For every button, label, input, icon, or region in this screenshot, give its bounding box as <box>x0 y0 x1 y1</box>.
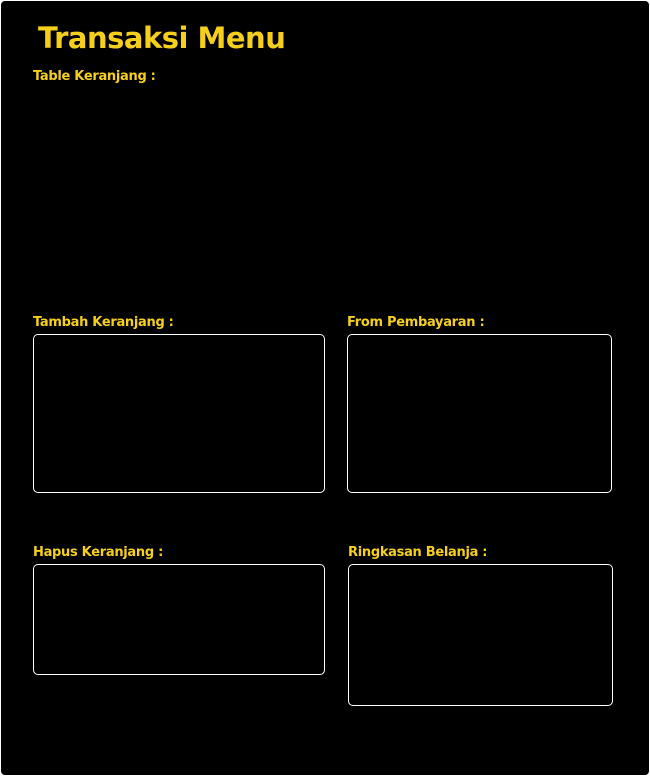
table-keranjang-area[interactable] <box>34 89 614 309</box>
tambah-keranjang-label: Tambah Keranjang : <box>33 315 174 330</box>
hapus-keranjang-panel[interactable] <box>33 564 325 675</box>
page-title: Transaksi Menu <box>38 21 286 55</box>
form-pembayaran-label: From Pembayaran : <box>347 315 485 330</box>
ringkasan-belanja-panel[interactable] <box>348 564 613 706</box>
hapus-keranjang-label: Hapus Keranjang : <box>33 545 163 560</box>
form-pembayaran-panel[interactable] <box>347 334 612 493</box>
transaksi-window: Transaksi Menu Table Keranjang : Tambah … <box>1 1 649 775</box>
tambah-keranjang-panel[interactable] <box>33 334 325 493</box>
table-keranjang-label: Table Keranjang : <box>33 69 156 84</box>
ringkasan-belanja-label: Ringkasan Belanja : <box>348 545 488 560</box>
